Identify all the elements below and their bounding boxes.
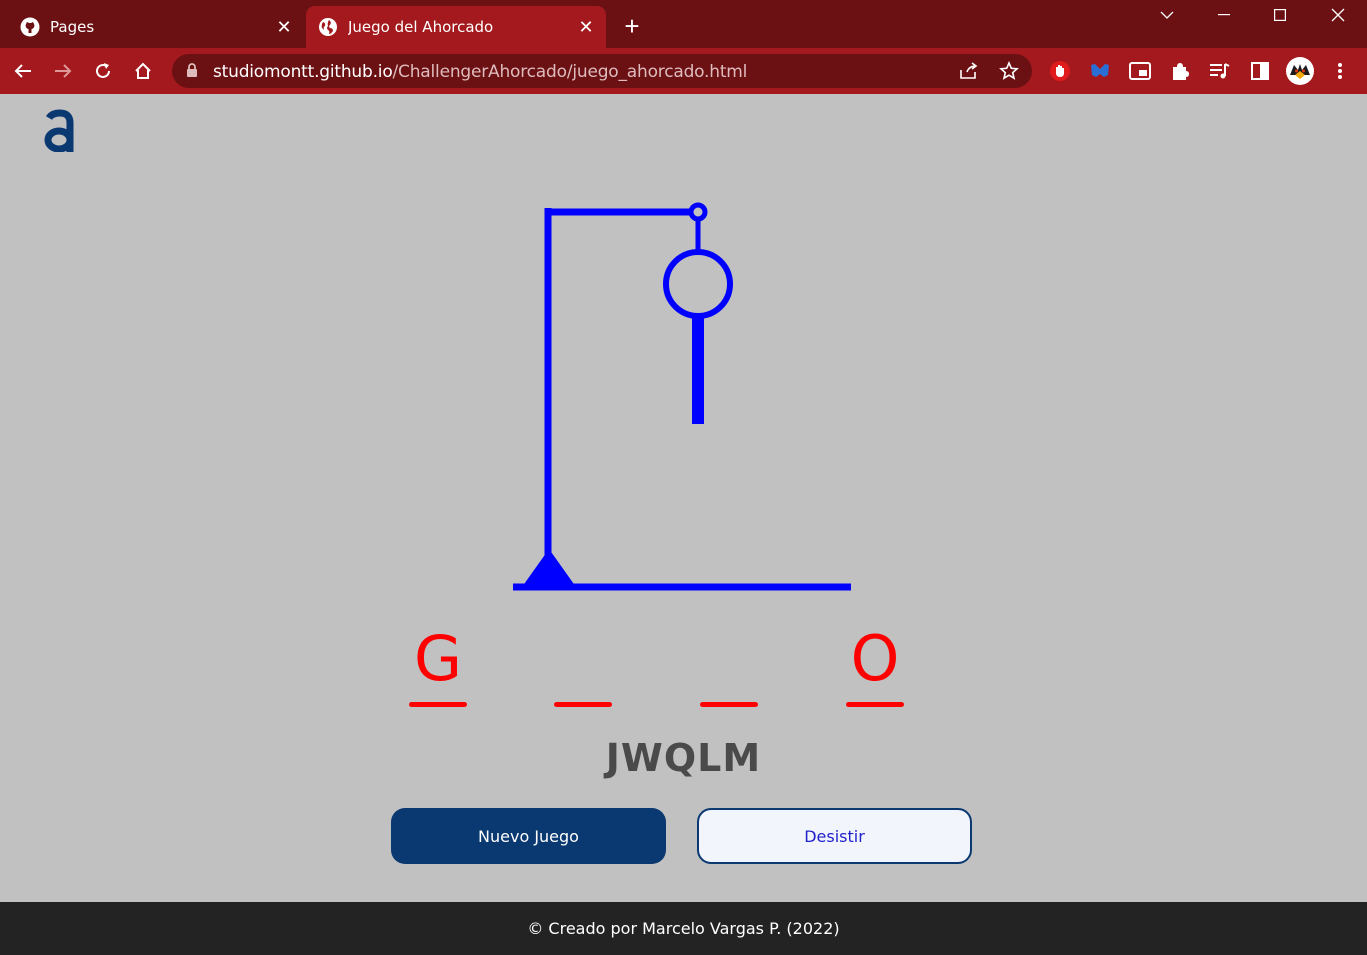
share-icon[interactable]: [958, 60, 980, 82]
close-window-button[interactable]: [1310, 0, 1366, 30]
tab-title: Juego del Ahorcado: [348, 18, 494, 36]
new-tab-button[interactable]: +: [618, 12, 646, 40]
bookmark-star-icon[interactable]: [998, 60, 1020, 82]
media-queue-icon[interactable]: [1208, 59, 1232, 83]
address-bar[interactable]: studiomontt.github.io/ChallengerAhorcado…: [172, 54, 1032, 88]
give-up-label: Desistir: [804, 826, 865, 846]
tab-pages[interactable]: Pages ✕: [8, 6, 304, 48]
tab-juego-del-ahorcado[interactable]: Juego del Ahorcado ✕: [306, 6, 606, 48]
letter-slot: G: [409, 624, 467, 714]
letter-slot: [554, 624, 612, 714]
extensions-puzzle-icon[interactable]: [1168, 59, 1192, 83]
url-host: studiomontt.github.io: [213, 62, 393, 82]
maximize-button[interactable]: [1252, 0, 1308, 30]
footer-credit: © Creado por Marcelo Vargas P. (2022): [527, 919, 840, 938]
close-icon[interactable]: ✕: [574, 15, 598, 39]
hangman-drawing: [513, 202, 851, 591]
new-game-button[interactable]: Nuevo Juego: [391, 808, 666, 864]
browser-titlebar: Pages ✕ Juego del Ahorcado ✕ +: [0, 0, 1367, 48]
guessed-letter: O: [850, 622, 900, 695]
github-icon: [20, 17, 40, 37]
game-page: G O JWQLM Nuevo Juego Desistir: [0, 94, 1367, 902]
tab-title: Pages: [50, 18, 95, 36]
gallows-hook: [688, 202, 708, 222]
close-icon[interactable]: ✕: [272, 15, 296, 39]
minimize-button[interactable]: [1196, 0, 1252, 30]
lock-icon: [186, 63, 198, 83]
side-panel-icon[interactable]: [1248, 59, 1272, 83]
tab-search-icon[interactable]: [1139, 0, 1195, 30]
picture-in-picture-icon[interactable]: [1128, 59, 1152, 83]
letter-dash: [700, 702, 758, 707]
browser-toolbar: studiomontt.github.io/ChallengerAhorcado…: [0, 48, 1367, 94]
alura-logo: [40, 102, 80, 154]
hangman-head: [663, 249, 733, 319]
word-slots: G O: [400, 624, 920, 714]
metamask-icon[interactable]: [1088, 59, 1112, 83]
url-text: studiomontt.github.io/ChallengerAhorcado…: [213, 62, 747, 82]
letter-slot: O: [846, 624, 904, 714]
give-up-button[interactable]: Desistir: [697, 808, 972, 864]
letter-dash: [409, 702, 467, 707]
browser-menu-icon[interactable]: [1328, 59, 1352, 83]
letter-dash: [554, 702, 612, 707]
globe-icon: [318, 17, 338, 37]
footer: © Creado por Marcelo Vargas P. (2022): [0, 902, 1367, 955]
guessed-letter: G: [413, 622, 463, 695]
home-button[interactable]: [129, 57, 157, 85]
letter-slot: [700, 624, 758, 714]
back-button[interactable]: [9, 57, 37, 85]
wrong-letters: JWQLM: [605, 736, 762, 780]
adblock-hand-icon[interactable]: [1048, 59, 1072, 83]
reload-button[interactable]: [89, 57, 117, 85]
profile-avatar[interactable]: [1286, 57, 1314, 85]
letter-dash: [846, 702, 904, 707]
forward-button[interactable]: [49, 57, 77, 85]
url-path: /ChallengerAhorcado/juego_ahorcado.html: [392, 62, 748, 82]
